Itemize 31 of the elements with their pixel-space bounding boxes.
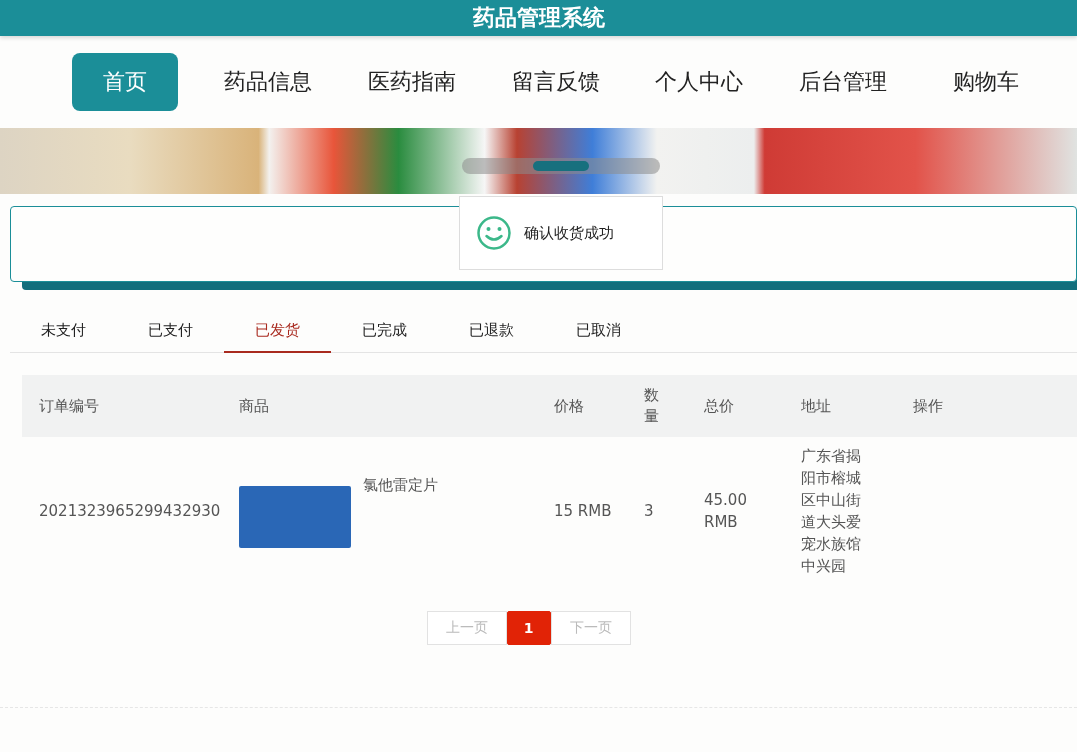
order-tab[interactable]: 未支付 (10, 310, 117, 353)
nav-item[interactable]: 购物车 (933, 53, 1040, 111)
order-tab[interactable]: 已发货 (224, 310, 331, 353)
order-tab[interactable]: 已支付 (117, 310, 224, 353)
toast-text: 确认收货成功 (524, 223, 614, 243)
carousel-indicator[interactable] (462, 158, 660, 174)
price-cell-text: 15 RMB (554, 501, 613, 522)
quantity-cell-text: 3 (644, 501, 655, 522)
nav-item[interactable]: 医药指南 (359, 53, 465, 111)
order-tab[interactable]: 已完成 (331, 310, 438, 353)
column-header: 操作 (913, 396, 943, 416)
order-tab[interactable]: 已退款 (438, 310, 545, 353)
column-header: 订单编号 (38, 396, 100, 416)
column-header: 商品 (239, 396, 270, 416)
site-title: 药品管理系统 (472, 4, 605, 32)
nav-item[interactable]: 个人中心 (646, 53, 752, 111)
order-tab[interactable]: 已取消 (545, 310, 652, 353)
order-number-cell-text: 2021323965299432930 (38, 501, 222, 522)
total-cell-text: 45.00 RMB (704, 490, 748, 533)
column-header: 总价 (704, 396, 735, 416)
smile-icon (476, 215, 512, 251)
nav-item[interactable]: 后台管理 (789, 53, 896, 111)
nav-item[interactable]: 首页 (72, 53, 178, 111)
nav-item[interactable]: 留言反馈 (502, 53, 609, 111)
column-header: 数量 (644, 385, 659, 427)
product-name: 氯他雷定片 (363, 475, 438, 496)
column-header: 地址 (801, 396, 832, 416)
address-cell-text: 广东省揭阳市榕城区中山街道大头爱宠水族馆中兴园 (801, 446, 861, 577)
nav-item[interactable]: 药品信息 (215, 53, 322, 111)
page-number-button[interactable]: 1 (506, 611, 551, 645)
column-header: 价格 (554, 396, 585, 416)
